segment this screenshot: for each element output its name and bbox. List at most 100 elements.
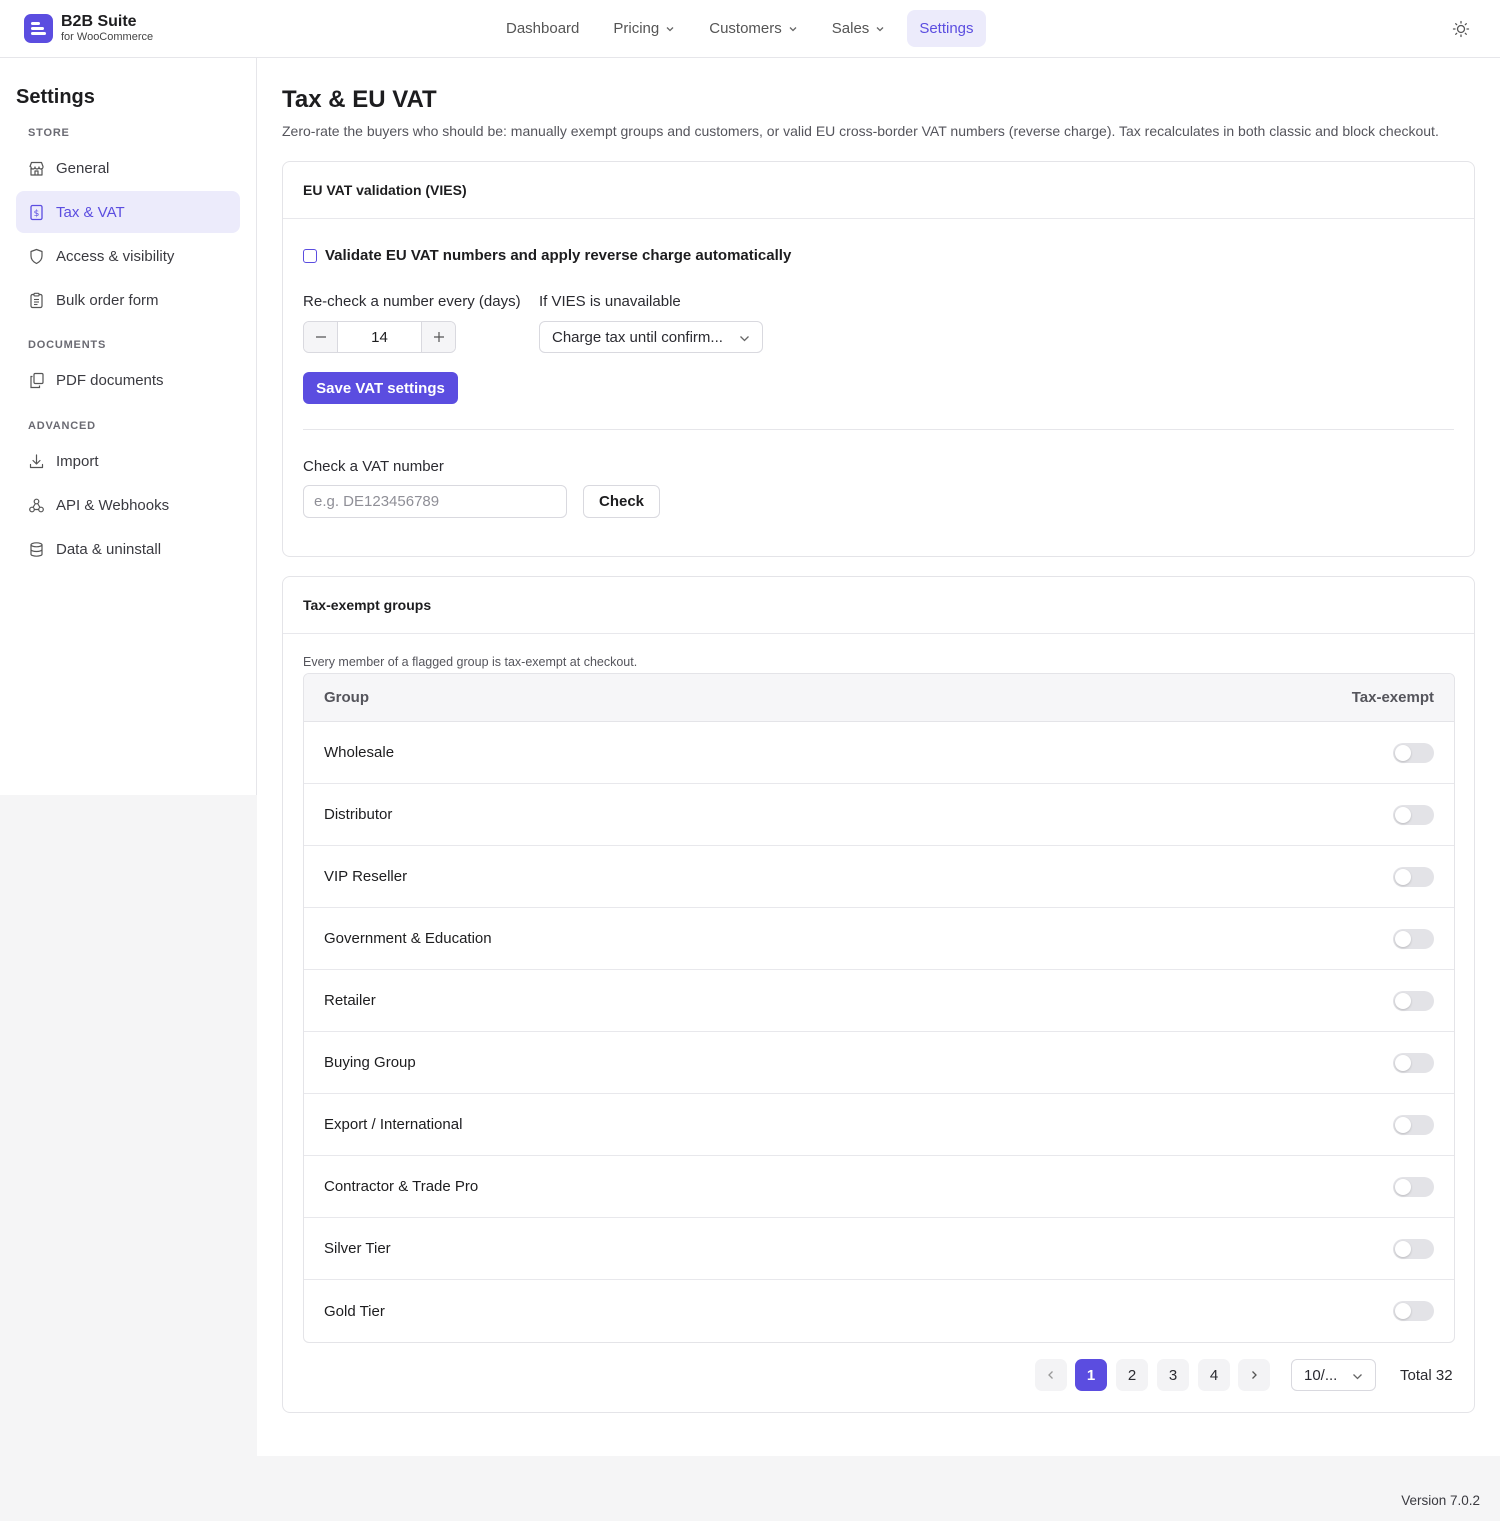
toggle-knob	[1395, 744, 1411, 761]
page-description: Zero-rate the buyers who should be: manu…	[282, 123, 1439, 139]
check-vat-button[interactable]: Check	[583, 485, 660, 518]
group-name: Retailer	[324, 992, 376, 1009]
sidebar-item-label: Data & uninstall	[56, 540, 162, 558]
table-row: Buying Group	[304, 1032, 1454, 1094]
documents-icon	[30, 372, 44, 388]
nav-sales[interactable]: Sales	[820, 10, 898, 47]
page-button-4[interactable]: 4	[1198, 1359, 1230, 1391]
tax-exempt-toggle[interactable]	[1393, 928, 1434, 949]
nav-pricing[interactable]: Pricing	[601, 10, 687, 47]
page-button-3[interactable]: 3	[1157, 1359, 1189, 1391]
chevron-right-icon	[1252, 1371, 1257, 1379]
brand-name: B2B Suite	[61, 13, 137, 30]
shield-icon	[30, 248, 43, 264]
tax-exempt-toggle[interactable]	[1393, 804, 1434, 825]
nav-customers[interactable]: Customers	[697, 10, 810, 47]
group-name: Gold Tier	[324, 1302, 385, 1320]
tax-exempt-toggle[interactable]	[1393, 990, 1434, 1011]
brand[interactable]: B2B Suite for WooCommerce	[24, 14, 153, 43]
page-title: Tax & EU VAT	[282, 86, 437, 113]
increment-button[interactable]	[421, 322, 455, 352]
save-vat-settings-button[interactable]: Save VAT settings	[303, 372, 458, 404]
sun-icon[interactable]	[1452, 20, 1470, 38]
page-button-1[interactable]: 1	[1075, 1359, 1107, 1391]
sidebar-item-label: General	[56, 159, 110, 177]
vat-number-input[interactable]	[303, 485, 567, 518]
sidebar-item-bulk-order[interactable]: Bulk order form	[16, 279, 240, 321]
nav-settings[interactable]: Settings	[907, 10, 986, 47]
recheck-days-label: Re-check a number every (days)	[303, 293, 521, 310]
group-name: Distributor	[324, 806, 393, 823]
group-name: Government & Education	[324, 930, 492, 947]
group-name: Contractor & Trade Pro	[324, 1178, 479, 1195]
sidebar-item-pdf[interactable]: PDF documents	[16, 359, 240, 401]
toggle-knob	[1395, 1240, 1411, 1257]
sidebar-item-data[interactable]: Data & uninstall	[16, 528, 240, 570]
store-icon	[29, 161, 44, 176]
sidebar-item-label: Access & visibility	[56, 247, 175, 265]
recheck-days-stepper[interactable]: 14	[303, 321, 456, 353]
validate-vat-label: Validate EU VAT numbers and apply revers…	[325, 247, 792, 264]
next-page-button[interactable]	[1238, 1359, 1270, 1391]
receipt-icon: $	[30, 204, 43, 220]
validate-vat-checkbox[interactable]	[303, 248, 317, 263]
nav-dashboard-label: Dashboard	[506, 20, 580, 37]
top-header: B2B Suite for WooCommerce Dashboard Pric…	[0, 0, 1500, 58]
group-name: Wholesale	[324, 744, 395, 761]
tax-exempt-toggle[interactable]	[1393, 742, 1434, 763]
vies-unavailable-select[interactable]: Charge tax until confirm...	[539, 321, 763, 353]
group-name: Silver Tier	[324, 1240, 391, 1257]
chevron-down-icon	[876, 26, 884, 31]
nav-dashboard[interactable]: Dashboard	[494, 10, 591, 47]
group-name: Export / International	[324, 1116, 463, 1133]
nav-sales-label: Sales	[831, 20, 870, 37]
sidebar-section-documents: DOCUMENTS	[28, 339, 107, 351]
tax-exempt-toggle[interactable]	[1393, 1114, 1434, 1135]
settings-sidebar: Settings STORE General $ Tax & VAT Acces…	[0, 58, 257, 795]
page-button-2[interactable]: 2	[1116, 1359, 1148, 1391]
check-vat-label: Check a VAT number	[303, 458, 444, 475]
sidebar-item-api[interactable]: API & Webhooks	[16, 484, 240, 526]
toggle-knob	[1395, 930, 1411, 947]
tax-exempt-toggle[interactable]	[1393, 1176, 1434, 1197]
group-name: Buying Group	[324, 1054, 416, 1071]
sidebar-title: Settings	[16, 86, 95, 108]
page-size-value: 10/...	[1304, 1366, 1338, 1384]
minus-icon	[315, 336, 326, 338]
table-row: VIP Reseller	[304, 846, 1454, 908]
table-row: Distributor	[304, 784, 1454, 846]
decrement-button[interactable]	[304, 322, 338, 352]
sidebar-item-import[interactable]: Import	[16, 440, 240, 482]
table-row: Contractor & Trade Pro	[304, 1156, 1454, 1218]
column-header-group: Group	[324, 689, 369, 706]
prev-page-button[interactable]	[1035, 1359, 1067, 1391]
chevron-left-icon	[1048, 1371, 1053, 1379]
nav-pricing-label: Pricing	[613, 20, 660, 37]
column-header-tax-exempt: Tax-exempt	[1351, 689, 1434, 706]
main-nav: Dashboard Pricing Customers Sales Settin…	[494, 10, 996, 47]
tax-exempt-toggle[interactable]	[1393, 1238, 1434, 1259]
sidebar-item-label: API & Webhooks	[56, 496, 170, 514]
table-header: Group Tax-exempt	[304, 674, 1454, 722]
plus-icon	[433, 332, 444, 342]
toggle-knob	[1395, 992, 1411, 1009]
sidebar-section-store: STORE	[28, 127, 70, 139]
validate-vat-checkbox-row[interactable]: Validate EU VAT numbers and apply revers…	[303, 247, 791, 264]
recheck-days-value[interactable]: 14	[338, 322, 421, 352]
brand-logo-icon	[24, 14, 53, 43]
sidebar-item-label: Bulk order form	[56, 291, 159, 309]
toggle-knob	[1395, 1116, 1411, 1133]
version-label: Version 7.0.2	[1401, 1493, 1480, 1508]
sidebar-item-label: PDF documents	[56, 371, 164, 389]
groups-table: Group Tax-exempt Wholesale Distributor VIP…	[303, 673, 1455, 1343]
tax-exempt-toggle[interactable]	[1393, 1301, 1434, 1321]
page-size-select[interactable]: 10/...	[1291, 1359, 1376, 1391]
chevron-down-icon	[789, 26, 797, 31]
tax-exempt-toggle[interactable]	[1393, 1052, 1434, 1073]
sidebar-item-tax-vat[interactable]: $ Tax & VAT	[16, 191, 240, 233]
sidebar-item-access[interactable]: Access & visibility	[16, 235, 240, 277]
sidebar-item-general[interactable]: General	[16, 147, 240, 189]
tax-exempt-toggle[interactable]	[1393, 866, 1434, 887]
vies-unavailable-label: If VIES is unavailable	[539, 293, 681, 310]
table-row: Gold Tier	[304, 1280, 1454, 1342]
